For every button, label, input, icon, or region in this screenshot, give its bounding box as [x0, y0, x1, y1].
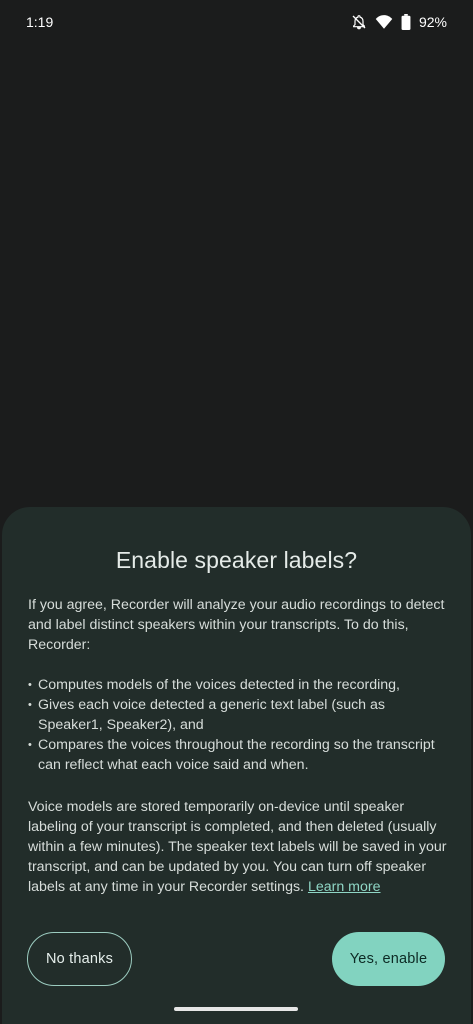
dialog-intro: If you agree, Recorder will analyze your…	[28, 597, 445, 653]
status-time: 1:19	[26, 14, 54, 30]
bell-off-icon	[351, 14, 367, 30]
gesture-nav-handle[interactable]	[174, 1007, 298, 1011]
learn-more-link[interactable]: Learn more	[308, 879, 381, 895]
no-thanks-button[interactable]: No thanks	[27, 932, 132, 986]
list-item: Compares the voices throughout the recor…	[28, 735, 452, 775]
list-item: Gives each voice detected a generic text…	[28, 695, 452, 735]
battery-icon	[401, 14, 411, 30]
dialog-title: Enable speaker labels?	[115, 547, 358, 573]
status-icons: 92%	[351, 14, 447, 30]
speaker-labels-dialog: Enable speaker labels? If you agree, Rec…	[2, 507, 471, 1024]
bullet-list: Computes models of the voices detected i…	[28, 675, 452, 775]
list-item: Computes models of the voices detected i…	[28, 675, 452, 695]
dialog-details: Voice models are stored temporarily on-d…	[28, 797, 452, 897]
yes-enable-button[interactable]: Yes, enable	[332, 932, 445, 986]
dialog-body: If you agree, Recorder will analyze your…	[28, 595, 452, 897]
details-text: Voice models are stored temporarily on-d…	[28, 799, 447, 895]
battery-percent: 92%	[418, 14, 447, 30]
wifi-icon	[375, 14, 393, 30]
status-bar: 1:19 92%	[0, 0, 473, 44]
